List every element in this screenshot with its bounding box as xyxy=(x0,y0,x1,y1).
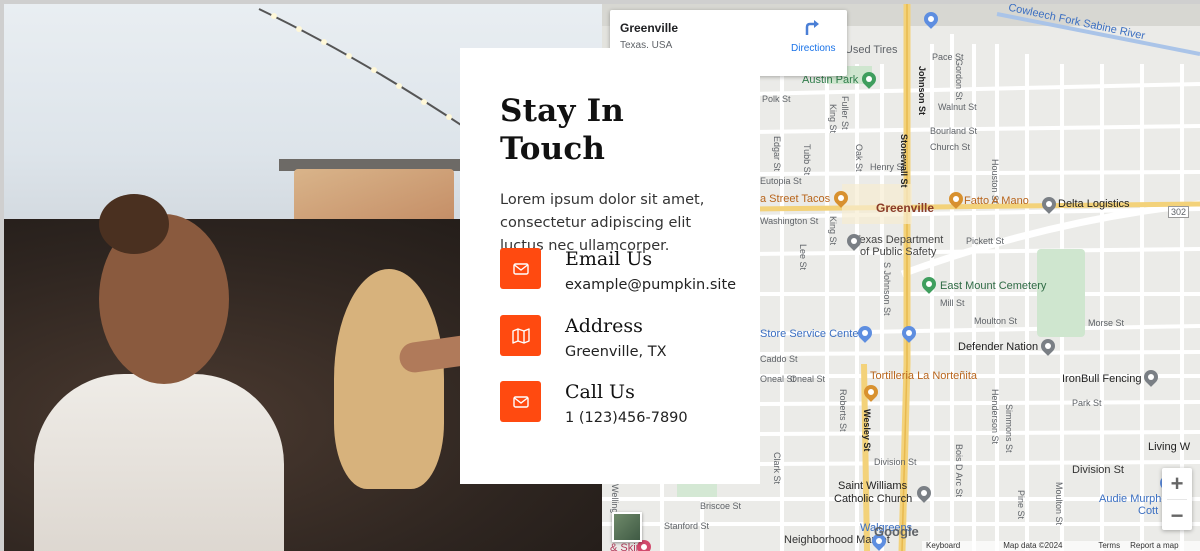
directions-link[interactable]: Directions xyxy=(791,43,835,54)
map-label-moulton-top: Moulton St xyxy=(974,316,1018,326)
directions-icon[interactable] xyxy=(804,18,824,38)
contact-item-address[interactable]: Address Greenville, TX xyxy=(500,315,667,362)
mail-icon xyxy=(500,381,541,422)
map-place-name: Greenville xyxy=(620,21,679,35)
contact-item-phone[interactable]: Call Us 1 (123)456-7890 xyxy=(500,381,688,428)
map-label-mill: Mill St xyxy=(940,298,965,308)
blonde-woman xyxy=(334,269,444,489)
report-error-link[interactable]: Report a map error xyxy=(1130,541,1196,551)
google-logo: Google xyxy=(874,524,919,539)
map-label-stanford: Stanford St xyxy=(664,521,710,531)
contact-address-value: Greenville, TX xyxy=(565,344,667,360)
map-label-caddo: Caddo St xyxy=(760,354,798,364)
map-label-moulton: Moulton St xyxy=(1054,482,1064,526)
map-label-oneal: Oneal St xyxy=(790,374,826,384)
map-label-king-top: King St xyxy=(828,104,838,134)
map-label-tortilleria: Tortilleria La Norteñita xyxy=(870,370,977,382)
map-label-saint-williams-2: Catholic Church xyxy=(834,493,913,505)
map-label-east-mount: East Mount Cemetery xyxy=(940,280,1047,292)
map-label-txdps-2: of Public Safety xyxy=(860,246,937,258)
map-label-pine: Pine St xyxy=(1016,490,1026,520)
map-label-division-st: Division St xyxy=(1072,464,1124,476)
man-shirt xyxy=(34,374,284,551)
zoom-control: + − xyxy=(1162,468,1192,530)
map-attribution: Keyboard shortcuts Map data ©2024 Google… xyxy=(922,541,1200,551)
map-label-bourland: Bourland St xyxy=(930,126,978,136)
map-label-eutopia: Eutopia St xyxy=(760,176,802,186)
map-label-division: Division St xyxy=(874,457,917,467)
man-hair-bun xyxy=(99,194,169,254)
map-label-street-tacos: a Street Tacos xyxy=(760,193,831,205)
contact-email-value[interactable]: example@pumpkin.site xyxy=(565,275,736,295)
map-label-king: King St xyxy=(828,216,838,246)
map-label-walnut: Walnut St xyxy=(938,102,977,112)
map-label-bois-d-arc: Bois D Arc St xyxy=(954,444,964,498)
map-label-living-w: Living W xyxy=(1148,441,1191,453)
street-view-thumbnail[interactable] xyxy=(612,512,642,542)
map-label-wesley: Wesley St xyxy=(862,409,872,452)
zoom-in-button[interactable]: + xyxy=(1162,468,1192,499)
map-label-washington: Washington St xyxy=(760,216,819,226)
map-label-greenville: Greenville xyxy=(876,201,935,215)
map-label-pickett: Pickett St xyxy=(966,236,1005,246)
map-label-simmons: Simmons St xyxy=(1004,404,1014,453)
map-label-audie-2: Cott xyxy=(1138,505,1159,517)
contact-phone-label: Call Us xyxy=(565,381,635,403)
keyboard-shortcuts-link[interactable]: Keyboard shortcuts xyxy=(926,541,993,551)
map-label-hwy-302: 302 xyxy=(1168,206,1190,218)
contact-phone-value[interactable]: 1 (123)456-7890 xyxy=(565,408,688,428)
map-label-edgar: Edgar St xyxy=(772,136,782,172)
map-label-morse: Morse St xyxy=(1088,318,1125,328)
map-label-ironbull: IronBull Fencing xyxy=(1062,373,1142,385)
contact-email-label: Email Us xyxy=(565,248,653,270)
map-icon xyxy=(500,315,541,356)
map-label-audie-1: Audie Murphe xyxy=(1099,493,1168,505)
map-label-oak: Oak St xyxy=(854,144,864,172)
map-label-henderson: Henderson St xyxy=(990,389,1000,445)
map-label-clark: Clark St xyxy=(772,452,782,485)
mail-icon xyxy=(500,248,541,289)
map-data-text: Map data ©2024 Google xyxy=(1003,541,1063,551)
map-label-s-johnson: S Johnson St xyxy=(882,262,892,316)
contact-item-email[interactable]: Email Us example@pumpkin.site xyxy=(500,248,736,295)
terms-link[interactable]: Terms xyxy=(1098,541,1120,551)
map-label-johnson: Johnson St xyxy=(917,66,927,115)
contact-address-label: Address xyxy=(565,315,643,337)
map-label-briscoe: Briscoe St xyxy=(700,501,742,511)
map-label-fatto: Fatto A Mano xyxy=(964,195,1029,207)
map-label-txdps-1: Texas Department xyxy=(854,234,944,246)
zoom-out-button[interactable]: − xyxy=(1162,500,1192,531)
contact-title: Stay In Touch xyxy=(500,93,625,167)
map-label-delta: Delta Logistics xyxy=(1058,198,1130,210)
map-label-roberts: Roberts St xyxy=(838,389,848,432)
map-label-lee: Lee St xyxy=(798,244,808,271)
map-label-store-service: Store Service Center xyxy=(760,328,863,340)
map-label-polk: Polk St xyxy=(762,94,791,104)
map-label-tubb: Tubb St xyxy=(802,144,812,176)
contact-card: Stay In Touch Lorem ipsum dolor sit amet… xyxy=(460,48,760,484)
map-label-stonewall: Stonewall St xyxy=(899,134,909,188)
map-label-fuller: Fuller St xyxy=(840,96,850,130)
map-label-park: Park St xyxy=(1072,398,1102,408)
map-label-gordon: Gordon St xyxy=(954,59,964,101)
map-label-saint-williams-1: Saint Williams xyxy=(838,480,908,492)
map-label-church: Church St xyxy=(930,142,971,152)
map-label-defender: Defender Nation xyxy=(958,341,1039,353)
